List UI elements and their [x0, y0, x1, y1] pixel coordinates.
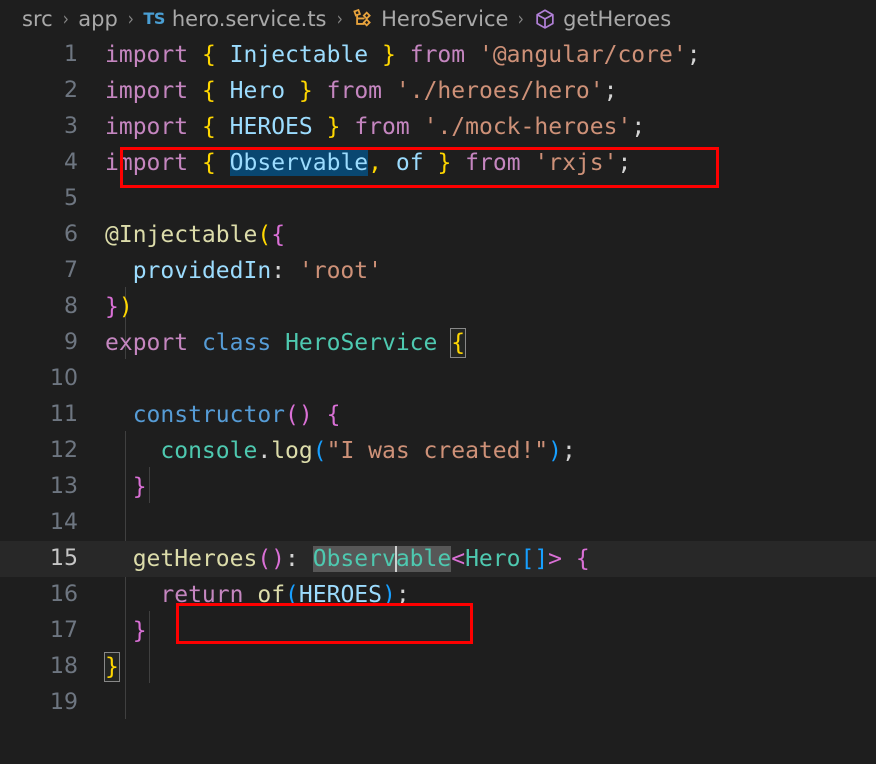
- code-line[interactable]: 7 providedIn: 'root': [0, 253, 876, 289]
- line-content: return of(HEROES);: [160, 582, 410, 608]
- line-number-active: 15: [50, 546, 78, 571]
- code-line[interactable]: 2 import { Hero } from './heroes/hero';: [0, 73, 876, 109]
- breadcrumb-label-class: HeroService: [381, 6, 509, 31]
- breadcrumb-item-src[interactable]: src: [22, 7, 53, 31]
- code-line[interactable]: 9 export class HeroService {: [0, 325, 876, 361]
- code-line[interactable]: 5: [0, 181, 876, 217]
- code-line[interactable]: 14: [0, 505, 876, 541]
- code-line[interactable]: 13 }: [0, 469, 876, 505]
- line-content: import { HEROES } from './mock-heroes';: [105, 114, 646, 140]
- line-number: 10: [50, 366, 78, 391]
- code-line[interactable]: 11 constructor() {: [0, 397, 876, 433]
- line-number: 2: [64, 78, 78, 103]
- line-content: constructor() {: [132, 402, 341, 428]
- code-lines: 1 import { Injectable } from '@angular/c…: [0, 37, 876, 721]
- breadcrumb-item-app[interactable]: app: [78, 7, 118, 31]
- line-content: providedIn: 'root': [132, 258, 382, 284]
- breadcrumb: src › app › TS hero.service.ts › HeroSer…: [0, 0, 876, 37]
- line-content: }: [132, 474, 147, 500]
- code-line[interactable]: 4 import { Observable, of } from 'rxjs';: [0, 145, 876, 181]
- line-number: 5: [64, 186, 78, 211]
- breadcrumb-separator-icon: ›: [127, 7, 134, 30]
- method-symbol-icon: [534, 8, 556, 30]
- code-line[interactable]: 16 return of(HEROES);: [0, 577, 876, 613]
- code-line[interactable]: 19: [0, 685, 876, 721]
- line-content: @Injectable({: [105, 222, 286, 248]
- class-symbol-icon: [352, 8, 374, 30]
- code-line[interactable]: 17 }: [0, 613, 876, 649]
- line-number: 3: [64, 114, 78, 139]
- word-occurrence-highlight: able: [395, 546, 452, 572]
- typescript-file-icon: TS: [143, 9, 165, 28]
- line-number: 9: [64, 330, 78, 355]
- line-number: 12: [50, 438, 78, 463]
- line-content: }: [95, 649, 876, 685]
- line-content: console.log("I was created!");: [160, 438, 576, 464]
- line-number: 17: [50, 618, 78, 643]
- line-number: 19: [50, 690, 78, 715]
- line-number: 6: [64, 222, 78, 247]
- vscode-editor-window: src › app › TS hero.service.ts › HeroSer…: [0, 0, 876, 764]
- code-line[interactable]: 10: [0, 361, 876, 397]
- code-line[interactable]: 18 }: [0, 649, 876, 685]
- breadcrumb-label-app: app: [78, 6, 118, 31]
- line-number: 18: [50, 654, 78, 679]
- breadcrumb-item-method[interactable]: getHeroes: [534, 7, 671, 31]
- breadcrumb-item-file[interactable]: TS hero.service.ts: [143, 7, 326, 31]
- line-number: 13: [50, 474, 78, 499]
- code-line-active[interactable]: 15 getHeroes(): Observable<Hero[]> {: [0, 541, 876, 577]
- code-line[interactable]: 1 import { Injectable } from '@angular/c…: [0, 37, 876, 73]
- bracket-match-highlight: {: [450, 328, 467, 358]
- line-content: import { Hero } from './heroes/hero';: [105, 78, 618, 104]
- breadcrumb-label-src: src: [22, 6, 53, 31]
- line-number: 1: [64, 42, 78, 67]
- line-content: getHeroes(): Observable<Hero[]> {: [132, 545, 590, 572]
- line-number: 11: [50, 402, 78, 427]
- breadcrumb-label-method: getHeroes: [563, 6, 672, 31]
- bracket-match-highlight: }: [104, 652, 120, 682]
- code-line[interactable]: 8 }): [0, 289, 876, 325]
- line-content: import { Injectable } from '@angular/cor…: [105, 42, 701, 68]
- breadcrumb-label-file: hero.service.ts: [171, 6, 327, 31]
- breadcrumb-separator-icon: ›: [336, 7, 343, 30]
- text-cursor: [394, 545, 397, 572]
- selected-token: Observable: [229, 150, 369, 176]
- code-line[interactable]: 3 import { HEROES } from './mock-heroes'…: [0, 109, 876, 145]
- line-content: export class HeroService {: [105, 328, 467, 358]
- line-content: import { Observable, of } from 'rxjs';: [105, 150, 632, 176]
- line-number: 7: [64, 258, 78, 283]
- code-editor-area[interactable]: 1 import { Injectable } from '@angular/c…: [0, 37, 876, 764]
- line-number: 14: [50, 510, 78, 535]
- breadcrumb-separator-icon: ›: [518, 7, 525, 30]
- line-number: 8: [64, 294, 78, 319]
- line-content: }): [105, 294, 133, 320]
- line-number: 16: [50, 582, 78, 607]
- word-occurrence-highlight: Observ: [312, 546, 396, 572]
- line-content: }: [132, 618, 147, 644]
- breadcrumb-item-class[interactable]: HeroService: [352, 7, 508, 31]
- breadcrumb-separator-icon: ›: [62, 7, 69, 30]
- code-line[interactable]: 6 @Injectable({: [0, 217, 876, 253]
- line-number: 4: [64, 150, 78, 175]
- code-line[interactable]: 12 console.log("I was created!");: [0, 433, 876, 469]
